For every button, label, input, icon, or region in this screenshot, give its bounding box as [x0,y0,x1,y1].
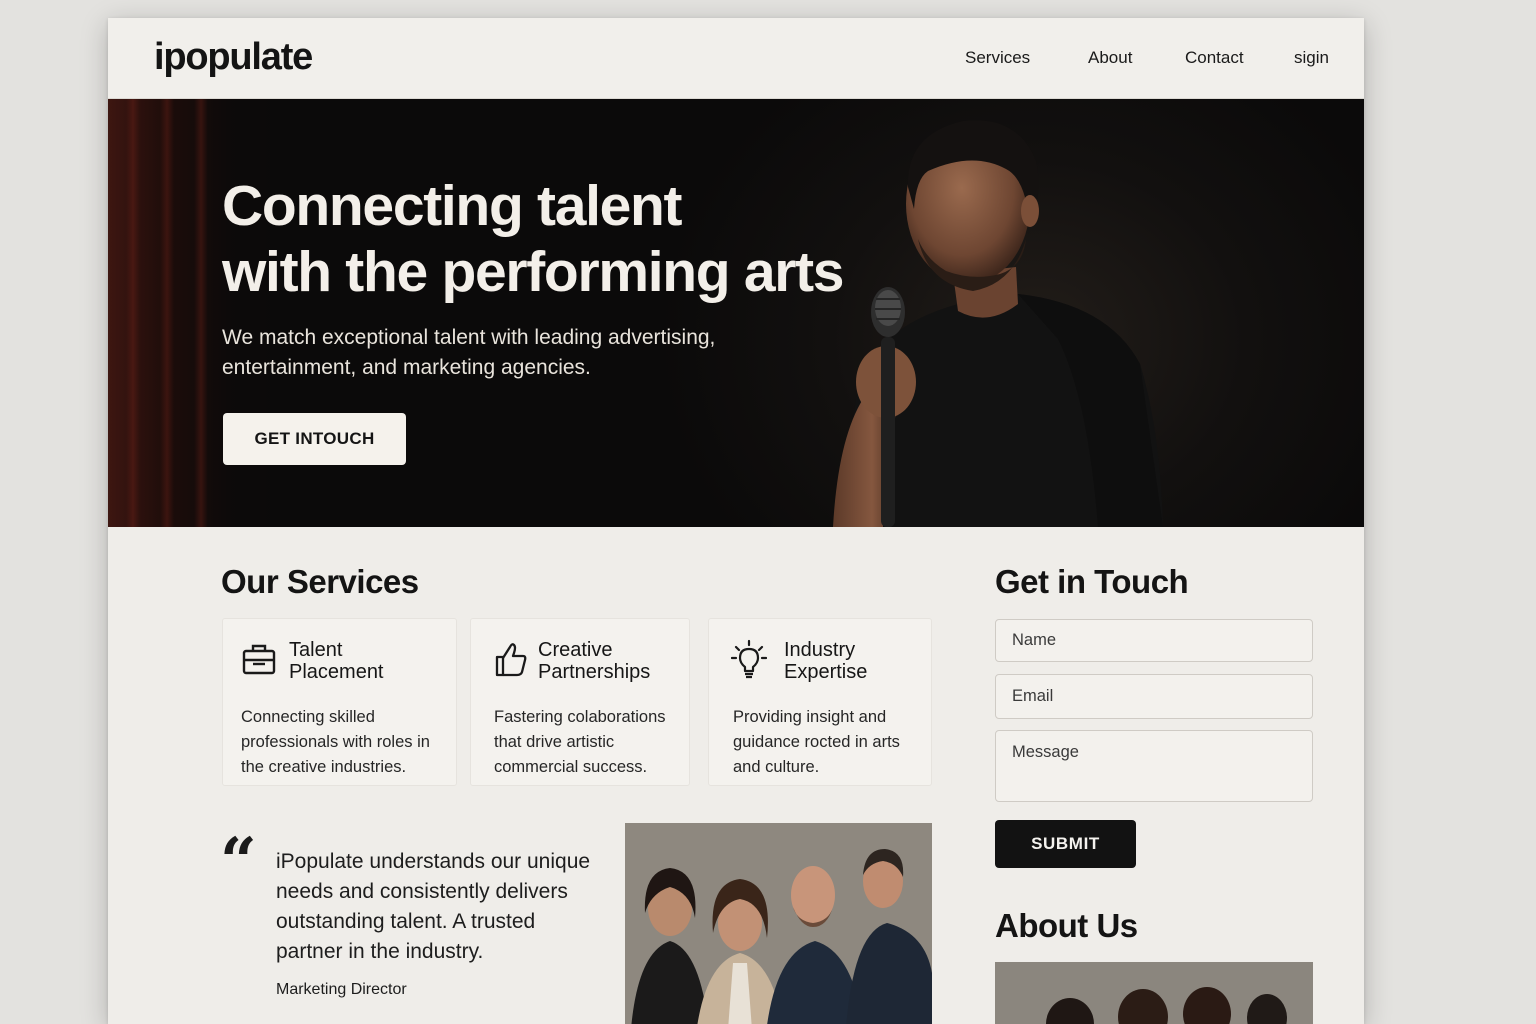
submit-button[interactable]: SUBMIT [995,820,1136,868]
team-photo-illustration [625,823,932,1024]
about-photo [995,962,1313,1024]
email-field[interactable] [995,674,1313,719]
about-photo-illustration [995,962,1313,1024]
nav-link-signin[interactable]: sigin [1294,48,1329,68]
lightbulb-icon [731,639,767,679]
testimonial-text: iPopulate understands our unique needs a… [276,850,591,963]
curtain-fold [194,99,208,527]
landing-page: ipopulate Services About Contact sigin C… [108,18,1364,1024]
testimonial-author: Marketing Director [276,981,407,998]
service-card-description: Fastering colaborations that drive artis… [494,708,666,776]
about-heading: About Us [995,907,1138,944]
hero-subtitle: We match exceptional talent with leading… [222,326,716,379]
name-field[interactable] [995,619,1313,662]
brand-logo[interactable]: ipopulate [154,36,313,79]
briefcase-icon [242,644,276,675]
thumbs-up-icon [495,643,527,677]
message-field[interactable] [995,730,1313,802]
service-card-title: Talent Placement [289,639,384,683]
service-card-description: Providing insight and guidance rocted in… [733,708,900,776]
service-card-description: Connecting skilled professionals with ro… [241,708,430,776]
nav-link-contact[interactable]: Contact [1185,48,1244,68]
service-card-title-line: Partnerships [538,661,651,683]
curtain-fold [126,99,140,527]
contact-heading: Get in Touch [995,563,1189,600]
get-in-touch-button[interactable]: GET INTOUCH [223,413,406,465]
performer-photo [833,120,1163,527]
curtain-fold [160,99,174,527]
service-card-title: Industry Expertise [784,639,867,683]
hero-section: Connecting talent with the performing ar… [108,99,1364,527]
service-card-title-line: Expertise [784,661,868,683]
service-card-title-line: Placement [289,661,384,683]
hero-title-line: with the performing arts [222,240,844,304]
hero-title: Connecting talent with the performing ar… [222,173,902,305]
service-card-industry-expertise[interactable]: Industry Expertise Providing insight and… [708,618,932,786]
service-card-talent-placement[interactable]: Talent Placement Connecting skilled prof… [222,618,457,786]
services-heading: Our Services [221,563,419,600]
quote-mark-icon: “ [220,824,257,899]
service-card-title: Creative Partnerships [538,639,650,683]
team-photo [625,823,932,1024]
service-card-creative-partnerships[interactable]: Creative Partnerships Fastering colabora… [470,618,690,786]
service-card-title-line: Creative [538,639,613,661]
service-card-title-line: Industry [784,639,856,661]
hero-title-line: Connecting talent [222,174,683,238]
service-card-title-line: Talent [289,639,343,661]
nav-link-services[interactable]: Services [965,48,1030,68]
site-header: ipopulate Services About Contact sigin [108,18,1364,99]
nav-link-about[interactable]: About [1088,48,1132,68]
